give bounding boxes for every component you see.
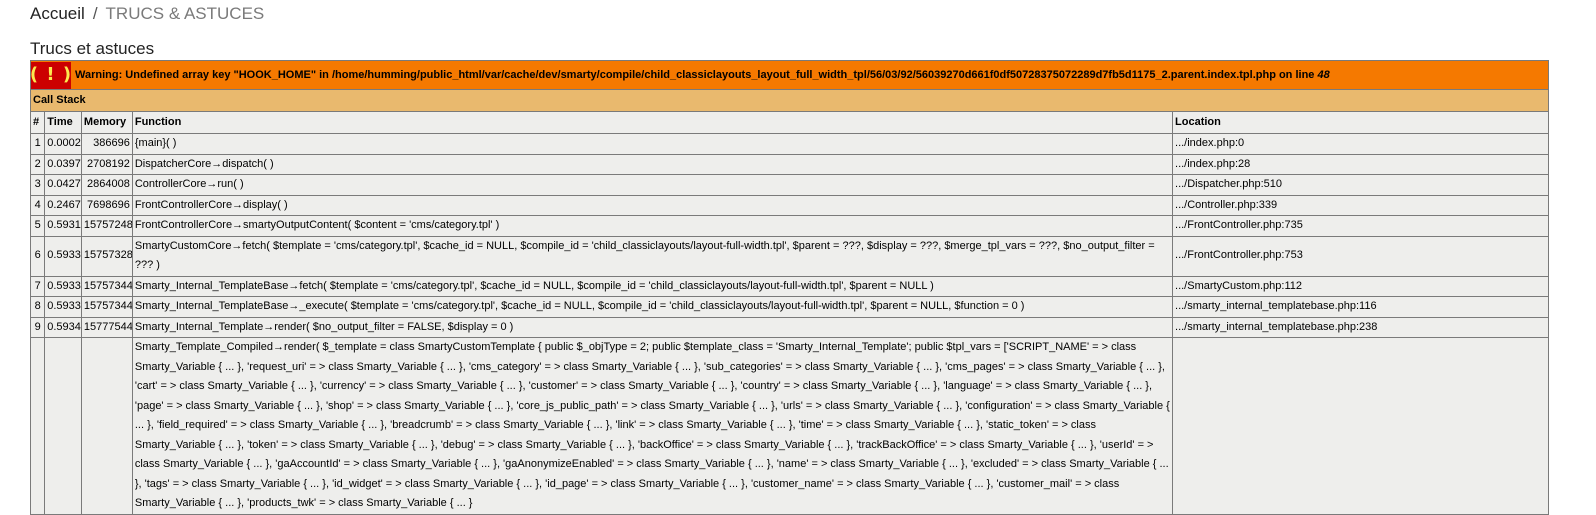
- stack-frame-location: .../smarty_internal_templatebase.php:116: [1172, 296, 1549, 318]
- table-row: 4 0.2467 7698696 FrontControllerCore→displa…: [29, 194, 1549, 216]
- stack-frame-function: SmartyCustomCore→fetch( $template = 'cms…: [131, 235, 1174, 277]
- stack-frame-memory: 2708192: [80, 153, 133, 175]
- stack-frame-location: .../Controller.php:339: [1172, 194, 1549, 216]
- stack-frame-time: 0.5934: [44, 316, 82, 338]
- callstack-title: Call Stack: [30, 89, 1549, 112]
- header-time: Time: [44, 111, 82, 134]
- breadcrumb-home-link[interactable]: Accueil: [30, 4, 85, 23]
- stack-frame-function: Smarty_Internal_TemplateBase→fetch( $tem…: [131, 275, 1174, 297]
- stack-frame-time: 0.5931: [44, 215, 82, 237]
- stack-frame-memory: 2864008: [80, 174, 133, 196]
- stack-frame-number: 1: [29, 133, 46, 155]
- stack-frame-memory: 15757328: [80, 235, 133, 277]
- stack-frame-memory: 386696: [80, 133, 133, 155]
- stack-frame-time: 0.5933: [44, 296, 82, 318]
- callstack-header-row: # Time Memory Function Location: [29, 111, 1549, 134]
- header-function: Function: [131, 111, 1174, 134]
- stack-frame-location: .../index.php:0: [1172, 133, 1549, 155]
- stack-frame-time: 0.5933: [44, 275, 82, 297]
- stack-frame-time: 0.5933: [44, 235, 82, 277]
- stack-frame-location: .../SmartyCustom.php:112: [1172, 275, 1549, 297]
- stack-frame-function: DispatcherCore→dispatch( ): [131, 153, 1174, 175]
- stack-frame-number: 3: [29, 174, 46, 196]
- stack-frame-time: 0.0397: [44, 153, 82, 175]
- xdebug-error-table: ( ! ) Warning: Undefined array key "HOOK…: [29, 60, 1549, 515]
- stack-frame-number: 5: [29, 215, 46, 237]
- stack-frame-memory: 15777544: [80, 316, 133, 338]
- table-row: 1 0.0002 386696 {main}( ) .../index.php:0: [29, 133, 1549, 155]
- stack-frame-time: 0.2467: [44, 194, 82, 216]
- stack-frame-function: Smarty_Internal_TemplateBase→_execute( $…: [131, 296, 1174, 318]
- stack-frame-memory: 7698696: [80, 194, 133, 216]
- stack-frame-location: .../FrontController.php:753: [1172, 235, 1549, 277]
- table-row: 6 0.5933 15757328 SmartyCustomCore→fetch( $…: [29, 235, 1549, 277]
- stack-frame-memory: 15757248: [80, 215, 133, 237]
- warning-row: ( ! ) Warning: Undefined array key "HOOK…: [30, 60, 1549, 90]
- stack-frame-location: .../smarty_internal_templatebase.php:238: [1172, 316, 1549, 338]
- stack-frame-number: 2: [29, 153, 46, 175]
- stack-frame-function: Smarty_Template_Compiled→render( $_templ…: [131, 337, 1174, 515]
- stack-frame-function: FrontControllerCore→smartyOutputContent(…: [131, 215, 1174, 237]
- header-memory: Memory: [80, 111, 133, 134]
- stack-frame-function: FrontControllerCore→display( ): [131, 194, 1174, 216]
- breadcrumb: Accueil / TRUCS & ASTUCES: [30, 4, 264, 24]
- warning-line-number: 48: [1317, 69, 1330, 81]
- stack-frame-number: 4: [29, 194, 46, 216]
- stack-frame-time: [44, 337, 82, 515]
- table-row: 9 0.5934 15777544 Smarty_Internal_Template→…: [29, 316, 1549, 338]
- stack-frame-function: {main}( ): [131, 133, 1174, 155]
- stack-frame-location: .../FrontController.php:735: [1172, 215, 1549, 237]
- header-number: #: [29, 111, 46, 134]
- stack-frame-number: 9: [29, 316, 46, 338]
- table-row: Smarty_Template_Compiled→render( $_templ…: [29, 337, 1549, 515]
- stack-frame-number: 8: [29, 296, 46, 318]
- table-row: 5 0.5931 15757248 FrontControllerCore→smart…: [29, 215, 1549, 237]
- warning-text: Warning: Undefined array key "HOOK_HOME"…: [75, 69, 1318, 81]
- table-row: 8 0.5933 15757344 Smarty_Internal_TemplateB…: [29, 296, 1549, 318]
- callstack-title-row: Call Stack: [30, 89, 1549, 112]
- stack-frame-function: Smarty_Internal_Template→render( $no_out…: [131, 316, 1174, 338]
- stack-frame-memory: [80, 337, 133, 515]
- stack-frame-location: .../index.php:28: [1172, 153, 1549, 175]
- table-row: 3 0.0427 2864008 ControllerCore→run( ) .../D…: [29, 174, 1549, 196]
- stack-frame-time: 0.0002: [44, 133, 82, 155]
- stack-frame-function: ControllerCore→run( ): [131, 174, 1174, 196]
- header-location: Location: [1172, 111, 1549, 134]
- stack-frame-number: 6: [29, 235, 46, 277]
- stack-frame-memory: 15757344: [80, 296, 133, 318]
- breadcrumb-separator: /: [92, 4, 98, 23]
- warning-icon: ( ! ): [31, 61, 71, 89]
- stack-frame-location: .../Dispatcher.php:510: [1172, 174, 1549, 196]
- stack-frame-time: 0.0427: [44, 174, 82, 196]
- table-row: 7 0.5933 15757344 Smarty_Internal_TemplateB…: [29, 275, 1549, 297]
- stack-frame-number: [29, 337, 46, 515]
- table-row: 2 0.0397 2708192 DispatcherCore→dispatch( )…: [29, 153, 1549, 175]
- stack-frame-number: 7: [29, 275, 46, 297]
- warning-message: Warning: Undefined array key "HOOK_HOME"…: [75, 68, 1330, 82]
- stack-frame-memory: 15757344: [80, 275, 133, 297]
- page-title: Trucs et astuces: [30, 39, 155, 58]
- stack-frame-location: [1172, 337, 1549, 515]
- breadcrumb-current: TRUCS & ASTUCES: [105, 4, 265, 23]
